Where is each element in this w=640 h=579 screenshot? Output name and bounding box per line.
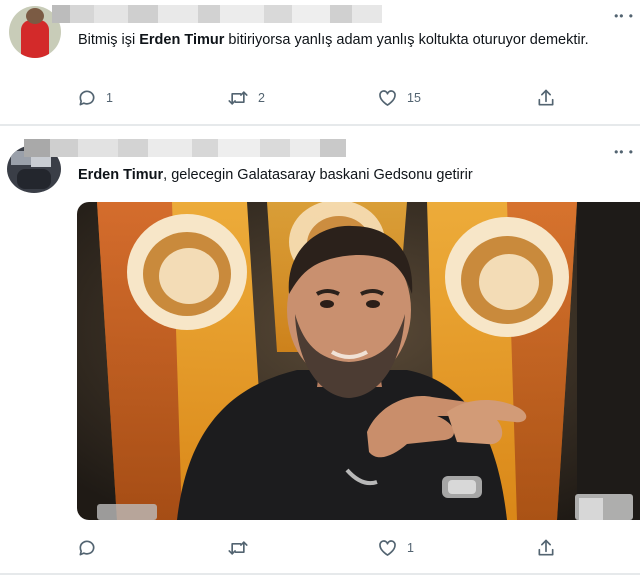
retweet-count: 2 [258,91,265,105]
tweet-divider [0,124,640,126]
tweet[interactable]: •• • Bitmiş işi Erden Timur bitiriyorsa … [0,0,640,124]
tweet-text: Bitmiş işi Erden Timur bitiriyorsa yanlı… [78,32,589,48]
like-button[interactable]: 15 [377,87,421,109]
share-icon [538,539,554,556]
more-options-icon[interactable]: •• • [614,146,634,158]
like-icon [379,90,396,106]
censored-username [24,139,346,157]
reply-count: 1 [106,91,113,105]
tweet-text: Erden Timur, gelecegin Galatasaray baska… [78,167,473,183]
reply-button[interactable]: 1 [77,87,113,109]
retweet-icon [228,541,248,555]
more-options-icon[interactable]: •• • [614,10,634,22]
reply-icon [79,90,95,106]
share-button[interactable] [536,537,556,559]
censored-username [52,5,382,23]
retweet-icon [228,91,248,105]
retweet-button[interactable]: 2 [227,87,265,109]
tweet-actions: 1 2 15 [0,87,640,111]
share-button[interactable] [536,87,556,109]
like-button[interactable]: 1 [377,537,414,559]
reply-icon [79,540,95,556]
tweet-actions: 1 [0,537,640,561]
share-icon [538,89,554,106]
photo-man-with-galatasaray-flags [77,202,640,520]
retweet-button[interactable] [227,537,258,559]
like-icon [379,540,396,556]
like-count: 15 [407,91,421,105]
reply-button[interactable] [77,537,106,559]
like-count: 1 [407,541,414,555]
tweet-photo[interactable] [77,202,640,520]
tweet-divider [0,573,640,575]
tweet[interactable]: •• • Erden Timur, gelecegin Galatasaray … [0,128,640,579]
